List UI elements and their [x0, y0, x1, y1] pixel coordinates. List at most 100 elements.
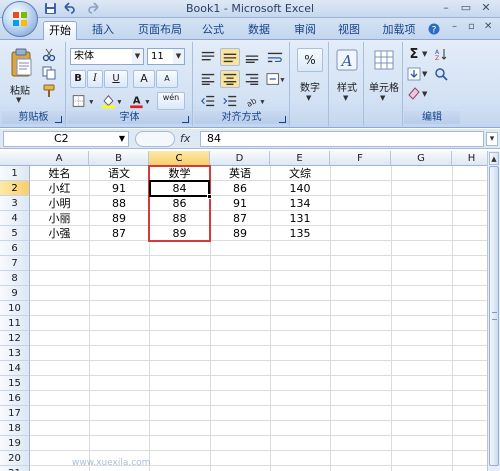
table-cell[interactable]: 小明 [30, 196, 89, 211]
column-header-b[interactable]: B [89, 151, 149, 166]
table-cell[interactable]: 91 [210, 196, 270, 211]
row-header[interactable]: 7 [0, 256, 30, 271]
clear-icon[interactable] [407, 86, 421, 100]
chevron-down-icon[interactable]: ▼ [343, 94, 348, 102]
table-cell[interactable]: 小强 [30, 226, 89, 241]
italic-button[interactable]: I [87, 70, 103, 88]
table-header-cell[interactable]: 数学 [149, 166, 210, 181]
chevron-down-icon[interactable]: ▼ [422, 70, 427, 78]
column-header-a[interactable]: A [30, 151, 89, 166]
table-header-cell[interactable]: 文综 [270, 166, 330, 181]
row-header[interactable]: 16 [0, 391, 30, 406]
tab-review[interactable]: 审阅 [290, 21, 320, 40]
chevron-down-icon[interactable]: ▼ [422, 90, 427, 98]
row-header[interactable]: 6 [0, 241, 30, 256]
copy-icon[interactable] [42, 66, 56, 80]
table-cell[interactable]: 84 [149, 181, 210, 196]
orientation-icon[interactable]: ab ▼ [242, 92, 268, 110]
cut-icon[interactable] [42, 48, 56, 62]
row-header[interactable]: 1 [0, 166, 30, 181]
phonetic-guide-button[interactable]: wén [157, 92, 185, 110]
column-header-c[interactable]: C [149, 151, 210, 166]
merge-center-icon[interactable]: ▼ [264, 70, 286, 88]
align-left-icon[interactable] [198, 70, 218, 88]
align-bottom-icon[interactable] [242, 48, 262, 66]
find-select-icon[interactable] [434, 67, 452, 81]
font-size-combo[interactable]: 11 ▼ [147, 48, 185, 65]
row-header[interactable]: 20 [0, 451, 30, 466]
ribbon-minimize-button[interactable]: – [452, 21, 457, 32]
row-header[interactable]: 3 [0, 196, 30, 211]
table-header-cell[interactable]: 姓名 [30, 166, 89, 181]
table-cell[interactable]: 88 [89, 196, 149, 211]
chevron-down-icon[interactable]: ▼ [422, 50, 427, 58]
underline-button[interactable]: U [104, 70, 128, 88]
formula-expand-icon[interactable]: ▾ [486, 132, 498, 146]
percent-button[interactable]: % [297, 48, 323, 72]
table-cell[interactable]: 89 [149, 226, 210, 241]
table-cell[interactable]: 131 [270, 211, 330, 226]
row-header[interactable]: 5 [0, 226, 30, 241]
column-header-d[interactable]: D [210, 151, 270, 166]
table-cell[interactable]: 89 [89, 211, 149, 226]
row-header[interactable]: 15 [0, 376, 30, 391]
chevron-down-icon[interactable]: ▼ [306, 94, 311, 102]
row-header[interactable]: 2 [0, 181, 30, 196]
close-button[interactable]: ✕ [476, 0, 496, 16]
row-header[interactable]: 14 [0, 361, 30, 376]
table-cell[interactable]: 134 [270, 196, 330, 211]
sort-filter-icon[interactable]: AZ [434, 47, 452, 61]
paste-button-label[interactable]: 粘贴 [6, 82, 34, 97]
paste-icon[interactable] [10, 48, 34, 78]
clipboard-dialog-launcher-icon[interactable] [55, 116, 62, 123]
worksheet-grid[interactable]: A B C D E F G H 1 2 3 4 5 6 7 8 9 10 11 … [0, 151, 487, 471]
scroll-up-icon[interactable]: ▲ [489, 152, 499, 165]
table-header-cell[interactable]: 英语 [210, 166, 270, 181]
increase-indent-icon[interactable] [220, 92, 240, 110]
name-box[interactable]: C2 ▼ [3, 131, 129, 147]
chevron-down-icon[interactable]: ▼ [132, 49, 143, 64]
decrease-indent-icon[interactable] [198, 92, 218, 110]
row-header[interactable]: 10 [0, 301, 30, 316]
office-button[interactable] [2, 1, 38, 37]
column-header-g[interactable]: G [391, 151, 452, 166]
row-header[interactable]: 19 [0, 436, 30, 451]
wrap-text-icon[interactable] [264, 48, 286, 66]
align-right-icon[interactable] [242, 70, 262, 88]
grow-font-button[interactable]: A [133, 70, 155, 88]
table-cell[interactable]: 小丽 [30, 211, 89, 226]
table-cell[interactable]: 87 [210, 211, 270, 226]
formula-input[interactable]: 84 [200, 131, 484, 147]
tab-addins[interactable]: 加载项 [378, 21, 420, 40]
cells-button-label[interactable]: 单元格 [365, 79, 403, 94]
scrollbar-thumb[interactable] [489, 166, 499, 466]
column-header-f[interactable]: F [330, 151, 391, 166]
table-cell[interactable]: 86 [149, 196, 210, 211]
paste-dropdown-icon[interactable]: ▼ [16, 96, 21, 104]
tab-formulas[interactable]: 公式 [198, 21, 228, 40]
chevron-down-icon[interactable]: ▼ [380, 94, 385, 102]
vertical-scrollbar[interactable]: ▲ [487, 151, 500, 471]
table-cell[interactable]: 87 [89, 226, 149, 241]
row-header[interactable]: 4 [0, 211, 30, 226]
format-painter-icon[interactable] [42, 84, 56, 98]
insert-function-button[interactable]: fx [180, 132, 190, 145]
tab-view[interactable]: 视图 [334, 21, 364, 40]
row-header[interactable]: 13 [0, 346, 30, 361]
row-header[interactable]: 11 [0, 316, 30, 331]
chevron-down-icon[interactable]: ▼ [173, 49, 184, 64]
tab-home[interactable]: 开始 [43, 21, 77, 40]
ribbon-restore-button[interactable]: ▫ [468, 21, 475, 32]
row-header[interactable]: 8 [0, 271, 30, 286]
autosum-icon[interactable]: Σ [407, 46, 421, 64]
minimize-button[interactable]: – [436, 0, 456, 16]
table-cell[interactable]: 135 [270, 226, 330, 241]
styles-button-label[interactable]: 样式 [330, 79, 364, 94]
table-header-cell[interactable]: 语文 [89, 166, 149, 181]
tab-insert[interactable]: 插入 [88, 21, 118, 40]
font-name-combo[interactable]: 宋体 ▼ [70, 48, 144, 65]
table-cell[interactable]: 88 [149, 211, 210, 226]
align-middle-icon[interactable] [220, 48, 240, 66]
fill-color-icon[interactable]: ▼ [99, 92, 125, 110]
table-cell[interactable]: 91 [89, 181, 149, 196]
